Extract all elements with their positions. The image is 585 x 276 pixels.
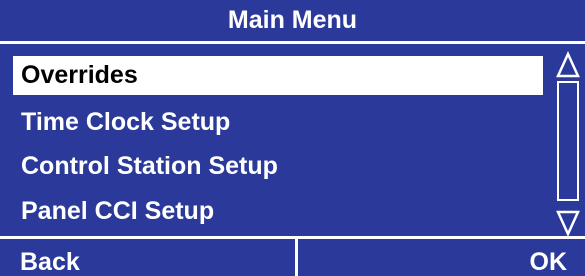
scroll-up-arrow-icon[interactable] xyxy=(555,51,581,81)
title-bar: Main Menu xyxy=(0,0,585,44)
softkey-bar: Back OK xyxy=(0,236,585,276)
menu-item-label: Panel CCI Setup xyxy=(21,197,215,225)
back-button-label: Back xyxy=(20,248,80,276)
menu-item-label: Control Station Setup xyxy=(21,152,278,180)
lcd-screen: Main Menu Overrides Time Clock Setup Con… xyxy=(0,0,585,276)
menu-item-time-clock-setup[interactable]: Time Clock Setup xyxy=(13,103,543,142)
ok-button-label: OK xyxy=(529,248,568,276)
menu-item-label: Overrides xyxy=(21,61,138,89)
scroll-down-arrow-icon[interactable] xyxy=(555,207,581,237)
page-title: Main Menu xyxy=(227,6,358,34)
scrollbar[interactable] xyxy=(555,51,581,237)
ok-button[interactable]: OK xyxy=(298,239,585,276)
back-button[interactable]: Back xyxy=(0,239,298,276)
scroll-thumb[interactable] xyxy=(557,81,579,201)
menu-item-overrides[interactable]: Overrides xyxy=(13,56,543,95)
menu-item-label: Time Clock Setup xyxy=(21,108,231,136)
menu-item-panel-cci-setup[interactable]: Panel CCI Setup xyxy=(13,192,543,231)
main-menu-list: Overrides Time Clock Setup Control Stati… xyxy=(0,44,549,234)
menu-item-control-station-setup[interactable]: Control Station Setup xyxy=(13,147,543,186)
scroll-track xyxy=(557,81,579,207)
